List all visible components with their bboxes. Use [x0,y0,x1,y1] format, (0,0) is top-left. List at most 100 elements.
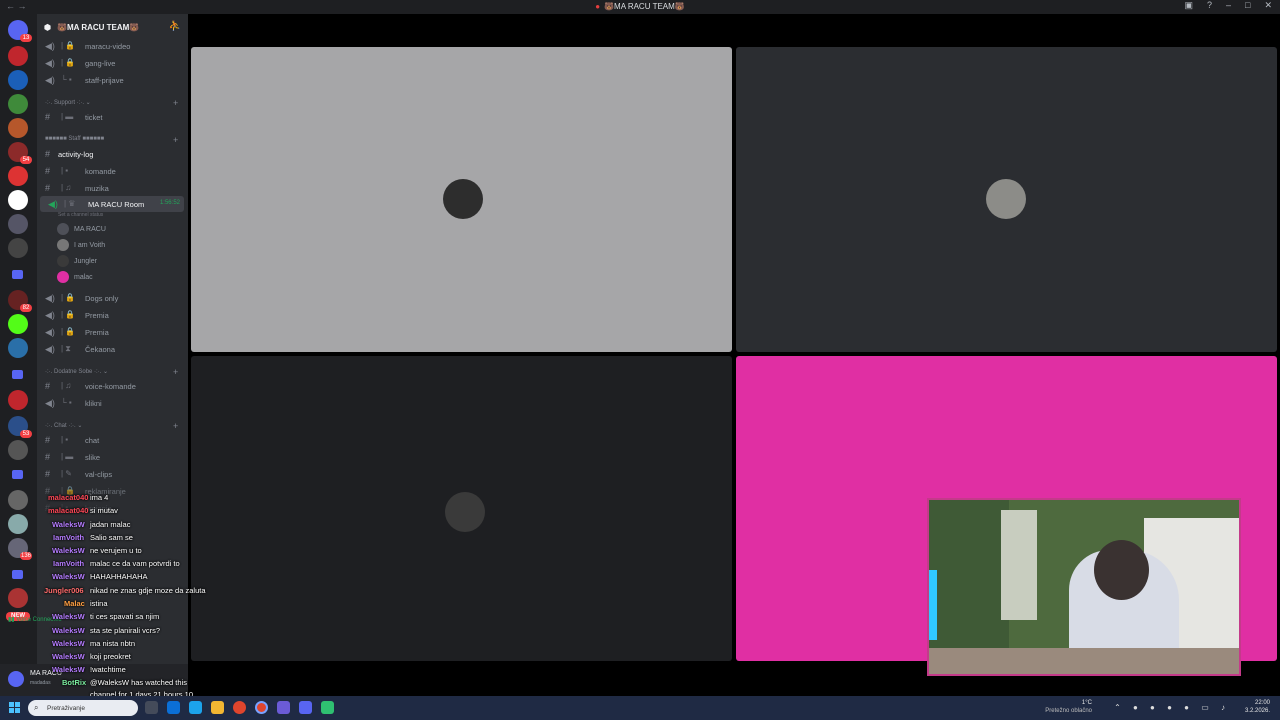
clock-date: 3.2.2026. [1244,708,1270,714]
file-explorer-icon[interactable] [211,701,224,714]
chrome-active-icon[interactable] [255,701,268,714]
video-tile[interactable] [191,47,732,352]
channel-ticket[interactable]: # | ▬ ticket [37,109,188,125]
server-folder-icon[interactable] [12,570,23,579]
server-icon[interactable] [8,390,28,410]
app-icon[interactable] [277,701,290,714]
category-staff[interactable]: ■■■■■■ Staff ■■■■■■ + [45,135,178,145]
video-tile[interactable] [736,47,1277,352]
crown-icon: | ♛ [64,199,76,208]
add-channel-icon[interactable]: + [173,367,178,377]
video-tile[interactable] [191,356,732,661]
server-header[interactable]: ⬢ 🐻MA RACU TEAM🐻 ⛹ [37,14,188,40]
add-channel-icon[interactable]: + [173,135,178,145]
mail-icon[interactable] [167,701,180,714]
chat-icon: | ▪ [61,435,69,444]
book-icon: | ▪ [61,166,69,175]
inbox-icon[interactable]: ▣ [1184,0,1193,11]
tray-icons[interactable]: ⌃ ● ● ● ● ▭ ♪ [1114,703,1230,712]
server-icon[interactable]: 53 [8,416,32,438]
invite-icon[interactable]: ⛹ [169,21,181,32]
channel-chat[interactable]: # | ▪ chat [37,432,188,448]
clock-time[interactable]: 22:00 [1255,700,1270,706]
category-support[interactable]: ·:·. Support ·:·. ⌄ + [45,98,178,108]
channel-dogs-only[interactable]: ◀) | 🔒 Dogs only [37,290,188,306]
avatar[interactable] [8,671,24,687]
speaker-icon: ◀) [45,75,55,85]
server-icon[interactable] [8,514,28,534]
server-icon[interactable] [8,46,28,66]
server-icon[interactable] [8,588,28,608]
chrome-icon[interactable] [233,701,246,714]
channel-cekaona[interactable]: ◀) | ⧗ Čekaona [37,341,188,357]
server-icon[interactable] [8,440,28,460]
category-dodatne-sobe[interactable]: ·:·. Dodatne Sobe ·:·. ⌄ + [45,367,178,377]
channel-staff-prijave[interactable]: ◀) └ ▪ staff-prijave [37,72,188,88]
channel-status-hint[interactable]: Set a channel status [58,212,103,218]
windows-start-icon[interactable] [9,702,21,714]
add-channel-icon[interactable]: + [173,421,178,431]
server-folder-icon[interactable] [12,370,23,379]
speaker-icon: ◀) [45,58,55,68]
channel-premia[interactable]: ◀) | 🔒 Premia [37,307,188,323]
avatar [443,179,483,219]
unread-badge: 136 [19,552,32,560]
thread-icon: └ ▪ [61,75,72,84]
server-folder-icon[interactable] [12,470,23,479]
webcam-headset [1094,540,1149,600]
music-icon: | ♫ [61,183,72,192]
ticket-icon: | ▬ [61,112,74,121]
channel-voice-komande[interactable]: # | ♫ voice-komande [37,378,188,394]
image-icon: | ▬ [61,452,74,461]
edge-icon[interactable] [189,701,202,714]
weather-temp[interactable]: 1°C [1082,700,1092,706]
server-name: 🐻MA RACU TEAM🐻 [57,23,140,32]
home-button[interactable]: 13 [8,20,32,42]
server-icon[interactable] [8,490,28,510]
channel-klikni[interactable]: ◀) └ ▪ klikni [37,395,188,411]
task-view-icon[interactable] [145,701,158,714]
minimize-button[interactable]: – [1226,0,1231,11]
category-chat[interactable]: ·:·. Chat ·:·. ⌄ + [45,421,178,431]
hash-icon: # [45,149,51,159]
channel-muzika[interactable]: # | ♫ muzika [37,180,188,196]
server-icon[interactable] [8,94,28,114]
add-channel-icon[interactable]: + [173,98,178,108]
close-button[interactable]: ✕ [1264,0,1272,11]
lock-icon: | 🔒 [61,293,76,302]
help-icon[interactable]: ? [1207,0,1212,11]
pen-icon: | ✎ [61,469,73,478]
search-icon: ⌕ [34,703,39,712]
channel-slike[interactable]: # | ▬ slike [37,449,188,465]
server-folder-icon[interactable] [12,270,23,279]
channel-val-clips[interactable]: # | ✎ val-clips [37,466,188,482]
webcam-door [1001,510,1037,620]
channel-activity-log[interactable]: # activity-log [37,146,188,162]
obs-icon[interactable] [321,701,334,714]
channel-maracu-video[interactable]: ◀) | 🔒 maracu-video [37,38,188,54]
channel-komande[interactable]: # | ▪ komande [37,163,188,179]
channel-premia[interactable]: ◀) | 🔒 Premia [37,324,188,340]
server-icon[interactable]: 54 [8,142,32,164]
server-icon[interactable]: 136 [8,538,32,560]
taskbar-search[interactable]: ⌕ Pretraživanje [28,700,138,716]
window-controls: ▣ ? – □ ✕ [1184,0,1272,11]
server-icon[interactable]: 82 [8,290,32,312]
server-icon[interactable] [8,238,28,258]
server-icon-active[interactable] [8,190,28,210]
server-icon[interactable] [8,214,28,234]
channel-ma-racu-room[interactable]: ◀) | ♛ MA RACU Room 1:56:52 [40,196,184,212]
lock-icon: | 🔒 [61,327,76,336]
voice-indicator-icon: ● [595,2,601,11]
server-icon[interactable] [8,70,28,90]
server-icon[interactable] [8,118,28,138]
server-icon[interactable] [8,166,28,186]
server-icon[interactable] [8,338,28,358]
maximize-button[interactable]: □ [1245,0,1250,11]
kick-icon[interactable] [8,314,28,334]
channel-gang-live[interactable]: ◀) | 🔒 gang-live [37,55,188,71]
discord-icon[interactable] [299,701,312,714]
server-list: 13 54 82 53 136 NEW [0,14,37,696]
thread-icon: └ ▪ [61,398,72,407]
unread-badge: 53 [20,430,32,438]
